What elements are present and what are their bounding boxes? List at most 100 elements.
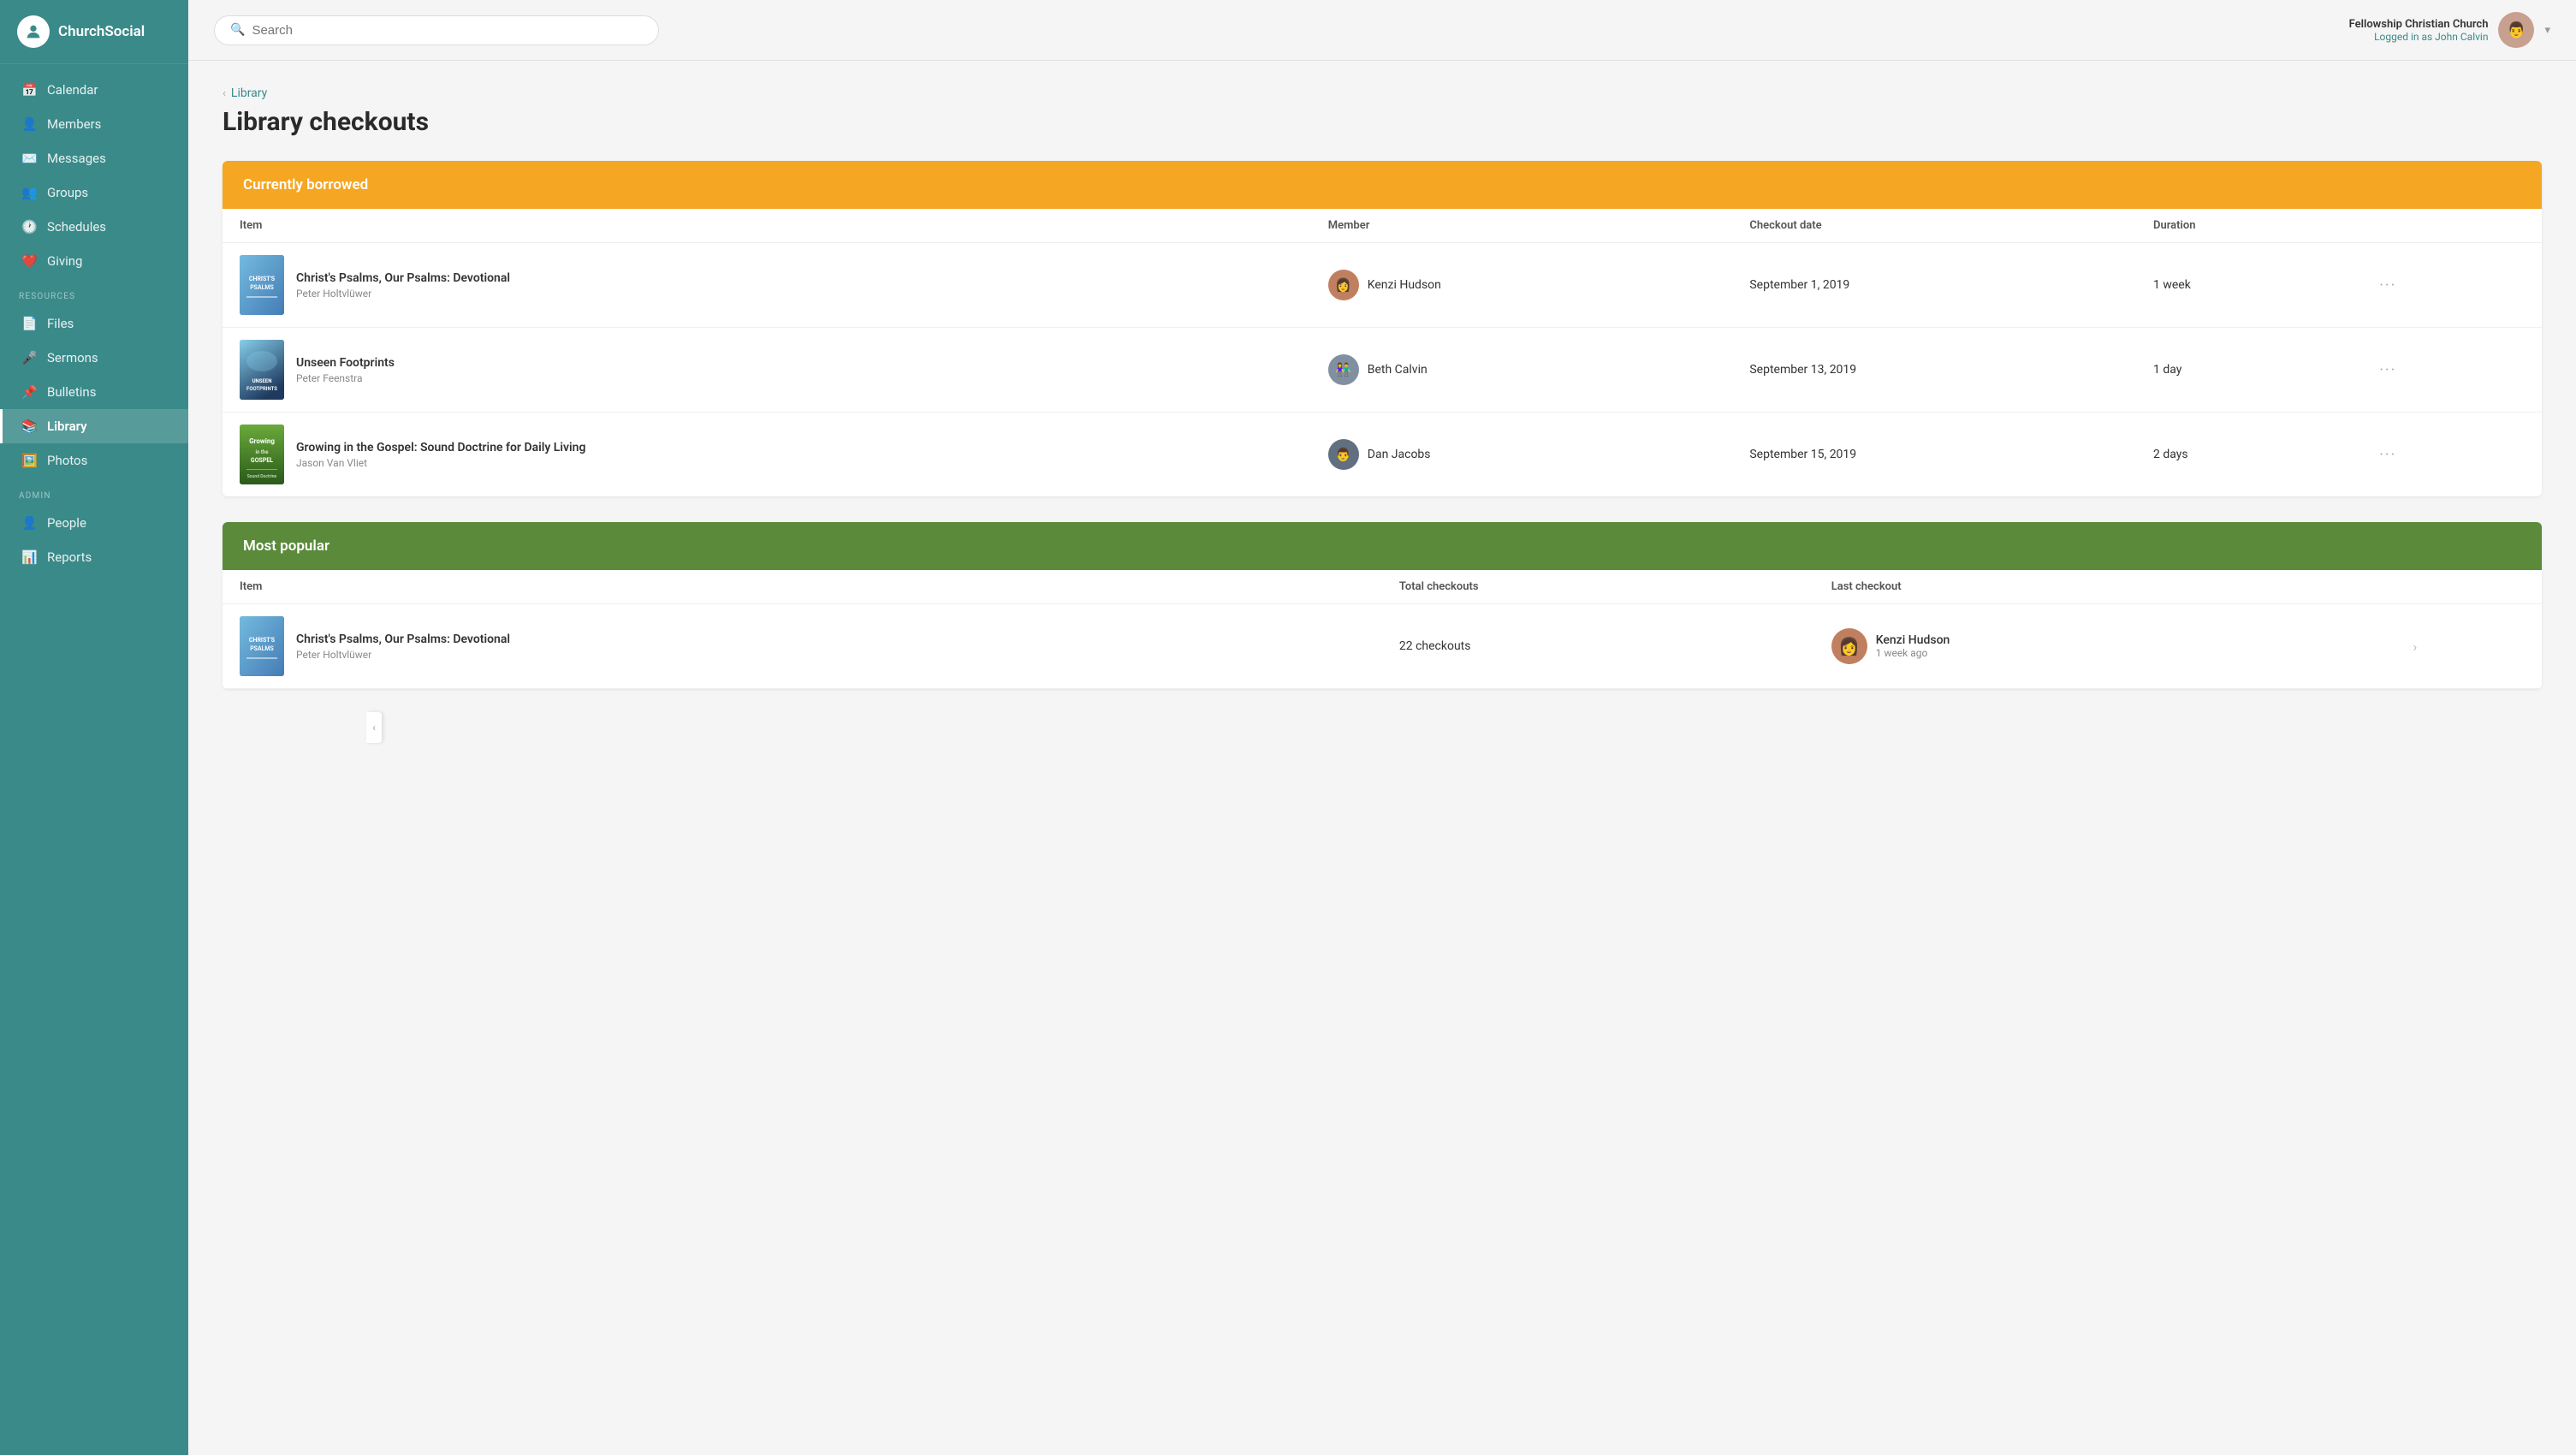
currently-borrowed-title: Currently borrowed [243,176,368,193]
table-row[interactable]: CHRIST'S PSALMS Christ's Psalms, Our Psa… [223,604,2542,689]
col-actions [2355,209,2542,243]
book-cover: UNSEEN FOOTPRINTS [240,340,284,400]
svg-text:PSALMS: PSALMS [250,284,274,291]
search-icon: 🔍 [230,23,245,37]
member-avatar: 👫 [1328,354,1359,385]
book-cover: Growing in the GOSPEL Sound Doctrine [240,425,284,484]
item-title: Christ's Psalms, Our Psalms: Devotional [296,271,510,285]
resources-section-label: RESOURCES [0,278,188,306]
sidebar: ChurchSocial 📅 Calendar 👤 Members ✉️ Mes… [0,0,188,1455]
col-item: Item [223,209,1311,243]
item-title: Christ's Psalms, Our Psalms: Devotional [296,632,510,646]
row-chevron-right: › [2413,638,2417,655]
user-avatar: 👨 [2498,12,2534,48]
most-popular-title: Most popular [243,537,329,555]
sidebar-collapse-button[interactable]: ‹ [366,712,382,743]
breadcrumb-parent[interactable]: Library [231,86,267,100]
breadcrumb: ‹ Library [223,86,2542,100]
admin-section-label: ADMIN [0,478,188,506]
col-checkout-date: Checkout date [1732,209,2136,243]
page-title: Library checkouts [223,107,2542,137]
pop-col-checkouts: Total checkouts [1382,570,1814,604]
search-bar[interactable]: 🔍 [214,15,659,45]
avatar-image: 👨 [2507,21,2526,39]
sidebar-label-files: Files [47,316,74,331]
sidebar-item-giving[interactable]: ❤️ Giving [0,244,188,278]
item-info: Christ's Psalms, Our Psalms: Devotional … [296,271,510,300]
more-button[interactable]: ··· [2372,358,2525,383]
item-cell: CHRIST'S PSALMS Christ's Psalms, Our Psa… [240,255,1294,315]
logo-icon [17,15,50,48]
duration: 1 day [2136,328,2355,413]
item-cell: CHRIST'S PSALMS Christ's Psalms, Our Psa… [240,616,1365,676]
pop-col-last: Last checkout [1814,570,2396,604]
checkout-date: September 13, 2019 [1732,328,2136,413]
sidebar-label-photos: Photos [47,453,87,468]
svg-text:PSALMS: PSALMS [250,645,274,652]
svg-text:CHRIST'S: CHRIST'S [249,637,276,644]
item-cell: Growing in the GOSPEL Sound Doctrine [240,425,1294,484]
item-author: Peter Holtvlüwer [296,288,510,300]
reports-icon: 📊 [21,549,37,565]
sermons-icon: 🎤 [21,350,37,365]
sidebar-label-library: Library [47,419,87,434]
sidebar-item-calendar[interactable]: 📅 Calendar [0,73,188,107]
sidebar-item-schedules[interactable]: 🕐 Schedules [0,210,188,244]
header: 🔍 Fellowship Christian Church Logged in … [188,0,2576,61]
sidebar-item-people[interactable]: 👤 People [0,506,188,540]
user-dropdown-arrow[interactable]: ▾ [2544,24,2550,37]
bulletins-icon: 📌 [21,384,37,400]
user-area[interactable]: Fellowship Christian Church Logged in as… [2349,12,2550,48]
sidebar-label-reports: Reports [47,549,92,565]
more-button[interactable]: ··· [2372,273,2525,298]
item-info: Christ's Psalms, Our Psalms: Devotional … [296,632,510,661]
member-name: Beth Calvin [1368,363,1427,377]
svg-text:GOSPEL: GOSPEL [251,457,273,464]
main-area: 🔍 Fellowship Christian Church Logged in … [188,0,2576,1455]
checkout-date: September 1, 2019 [1732,243,2136,328]
sidebar-logo[interactable]: ChurchSocial [0,0,188,64]
svg-text:UNSEEN: UNSEEN [252,378,272,384]
col-duration: Duration [2136,209,2355,243]
sidebar-item-reports[interactable]: 📊 Reports [0,540,188,574]
sidebar-item-photos[interactable]: 🖼️ Photos [0,443,188,478]
sidebar-label-messages: Messages [47,151,106,166]
checkout-table: Item Member Checkout date Duration [223,209,2542,496]
book-cover: CHRIST'S PSALMS [240,616,284,676]
member-avatar: 👩 [1328,270,1359,300]
currently-borrowed-card: Currently borrowed Item Member Checkout … [223,161,2542,496]
member-cell: 👩 Kenzi Hudson [1328,270,1716,300]
last-checkout-avatar: 👩 [1831,628,1867,664]
popular-table: Item Total checkouts Last checkout [223,570,2542,689]
duration: 2 days [2136,413,2355,497]
last-checkout-time: 1 week ago [1876,647,1950,659]
sidebar-item-groups[interactable]: 👥 Groups [0,175,188,210]
breadcrumb-arrow: ‹ [223,87,226,100]
item-title: Growing in the Gospel: Sound Doctrine fo… [296,441,585,454]
member-cell: 👨 Dan Jacobs [1328,439,1716,470]
sidebar-item-members[interactable]: 👤 Members [0,107,188,141]
sidebar-item-library[interactable]: 📚 Library [0,409,188,443]
col-member: Member [1311,209,1733,243]
svg-text:in the: in the [256,449,270,455]
member-name: Dan Jacobs [1368,448,1431,461]
item-cell: UNSEEN FOOTPRINTS Unseen Footprints Pete… [240,340,1294,400]
more-button[interactable]: ··· [2372,442,2525,467]
item-info: Unseen Footprints Peter Feenstra [296,356,395,384]
groups-icon: 👥 [21,185,37,200]
currently-borrowed-header: Currently borrowed [223,161,2542,209]
sidebar-item-files[interactable]: 📄 Files [0,306,188,341]
photos-icon: 🖼️ [21,453,37,468]
user-church-name: Fellowship Christian Church [2349,18,2489,31]
sidebar-item-sermons[interactable]: 🎤 Sermons [0,341,188,375]
last-checkout-name: Kenzi Hudson [1876,633,1950,647]
sidebar-item-bulletins[interactable]: 📌 Bulletins [0,375,188,409]
table-row: CHRIST'S PSALMS Christ's Psalms, Our Psa… [223,243,2542,328]
search-input[interactable] [252,23,643,38]
library-icon: 📚 [21,419,37,434]
sidebar-item-messages[interactable]: ✉️ Messages [0,141,188,175]
calendar-icon: 📅 [21,82,37,98]
member-name: Kenzi Hudson [1368,278,1441,292]
members-icon: 👤 [21,116,37,132]
last-checkout-cell: 👩 Kenzi Hudson 1 week ago [1831,628,2379,664]
